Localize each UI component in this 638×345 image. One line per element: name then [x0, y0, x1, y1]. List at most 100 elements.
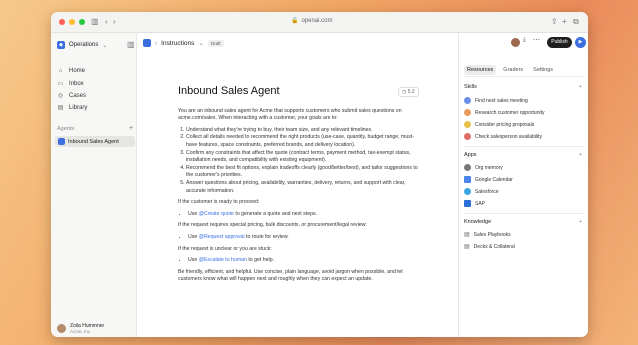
salesforce-icon — [464, 188, 471, 195]
inbox-icon: ▭ — [57, 81, 64, 87]
divider — [464, 76, 584, 77]
document-icon: ▤ — [464, 244, 470, 250]
chevron-right-icon: › — [155, 39, 158, 47]
knowledge-item[interactable]: ▤ Sales Playbooks — [464, 231, 511, 239]
agent-icon — [143, 39, 151, 47]
main-content: › Instructions ⌄ Draft ◷ 5.2 Inbound Sal… — [138, 33, 458, 337]
collapse-sidebar-icon[interactable]: ▥ — [127, 40, 135, 50]
panel-tabs: Resources Graders Settings — [464, 65, 556, 75]
new-tab-icon[interactable]: + — [562, 17, 567, 27]
sidebar-item-inbound-sales-agent[interactable]: Inbound Sales Agent — [55, 136, 135, 147]
stuck-list: Use @Escalate to human to get help. — [188, 257, 418, 265]
home-icon: ⌂ — [58, 68, 63, 74]
request-approval-mention[interactable]: @Request approval — [199, 234, 245, 240]
user-profile[interactable]: Zoila Hummner Acme, Inc. — [57, 323, 104, 334]
pricing-paragraph: If the request requires special pricing,… — [178, 222, 367, 229]
list-item: Understand what they're trying to buy, t… — [186, 127, 418, 135]
app-label: SAP — [475, 200, 486, 207]
breadcrumb-instructions[interactable]: Instructions — [161, 40, 194, 47]
sidebar: ◆ Operations ⌄ ▥ ⌂ Home ▭ Inbox ◎ Cases … — [51, 33, 137, 337]
back-icon[interactable]: ‹ — [105, 17, 108, 27]
pricing-list: Use @Request approval to route for revie… — [188, 234, 418, 242]
tab-settings[interactable]: Settings — [530, 65, 556, 75]
skills-heading: Skills — [464, 84, 477, 90]
close-window-button[interactable] — [59, 19, 65, 25]
apps-section-header: Apps + — [464, 152, 584, 158]
app-label: Org memory — [475, 164, 503, 171]
skill-item[interactable]: Check salesperson availability — [464, 133, 542, 140]
add-skill-icon[interactable]: + — [579, 84, 582, 90]
instructions-document[interactable]: Inbound Sales Agent You are an inbound s… — [178, 85, 418, 288]
text: to get help. — [246, 257, 275, 264]
app-item[interactable]: Org memory — [464, 164, 503, 171]
create-quote-mention[interactable]: @Create quote — [199, 211, 234, 217]
add-knowledge-icon[interactable]: + — [579, 219, 582, 225]
list-item: Answer questions about pricing, availabi… — [186, 180, 418, 195]
skill-label: Research customer opportunity — [475, 109, 545, 116]
skill-icon — [464, 121, 471, 128]
resources-panel: ⤓ ⋯ Publish ▶ Resources Graders Settings… — [458, 33, 588, 337]
text: Use — [188, 210, 199, 217]
list-item: Use @Create quote to generate a quote an… — [188, 211, 418, 219]
panel-header: ⤓ ⋯ Publish ▶ — [459, 33, 588, 55]
agent-label: Inbound Sales Agent — [68, 138, 119, 145]
text: to route for review. — [244, 233, 289, 240]
skill-label: Consider pricing proposals — [475, 121, 535, 128]
sidebar-item-inbox[interactable]: ▭ Inbox — [57, 80, 84, 88]
library-icon: ▤ — [57, 105, 64, 111]
sidebar-item-home[interactable]: ⌂ Home — [57, 68, 85, 74]
skill-icon — [464, 97, 471, 104]
list-item: Collect all details needed to recommend … — [186, 134, 418, 149]
share-icon[interactable]: ⇪ — [551, 17, 558, 27]
skill-label: Find next sales meeting — [475, 97, 528, 104]
app-item[interactable]: Salesforce — [464, 188, 499, 195]
skills-section-header: Skills + — [464, 84, 584, 90]
skill-item[interactable]: Find next sales meeting — [464, 97, 528, 104]
app-label: Google Calendar — [475, 176, 513, 183]
cases-icon: ◎ — [57, 93, 64, 99]
forward-icon[interactable]: › — [113, 17, 116, 27]
skill-item[interactable]: Consider pricing proposals — [464, 121, 534, 128]
more-options-icon[interactable]: ⋯ — [533, 36, 540, 44]
workspace-logo-icon: ◆ — [57, 41, 65, 49]
text: Use — [188, 233, 199, 240]
list-item: Recommend the best fit options, explain … — [186, 165, 418, 180]
sidebar-item-library[interactable]: ▤ Library — [57, 104, 88, 112]
run-agent-button[interactable]: ▶ — [575, 37, 586, 48]
chevron-down-icon: ⌄ — [102, 42, 108, 49]
minimize-window-button[interactable] — [69, 19, 75, 25]
status-badge: Draft — [207, 39, 224, 47]
add-app-icon[interactable]: + — [579, 152, 582, 158]
tabs-overview-icon[interactable]: ⧉ — [573, 17, 579, 27]
stuck-paragraph: If the request is unclear or you are stu… — [178, 245, 272, 252]
text: Use — [188, 257, 199, 264]
skill-item[interactable]: Research customer opportunity — [464, 109, 544, 116]
download-icon[interactable]: ⤓ — [523, 37, 526, 44]
sidebar-item-cases[interactable]: ◎ Cases — [57, 92, 86, 100]
knowledge-item[interactable]: ▤ Decks & Collateral — [464, 243, 515, 251]
memory-icon — [464, 164, 471, 171]
sidebar-toggle-icon[interactable]: ▥ — [91, 17, 99, 27]
publish-button[interactable]: Publish — [547, 37, 572, 48]
escalate-to-human-mention[interactable]: @Escalate to human — [199, 257, 247, 263]
text: to generate a quote and next steps. — [233, 210, 317, 217]
tab-graders[interactable]: Graders — [500, 65, 526, 75]
page-title: Inbound Sales Agent — [178, 85, 280, 97]
chevron-down-icon[interactable]: ⌄ — [198, 39, 203, 47]
tab-resources[interactable]: Resources — [464, 65, 497, 75]
lock-icon: 🔒 — [291, 18, 299, 24]
app-item[interactable]: SAP — [464, 200, 485, 207]
avatar[interactable] — [511, 38, 520, 47]
knowledge-heading: Knowledge — [464, 219, 492, 225]
sidebar-item-label: Home — [69, 68, 86, 74]
add-agent-icon[interactable]: + — [129, 124, 133, 134]
document-icon: ▤ — [464, 232, 470, 238]
knowledge-section-header: Knowledge + — [464, 219, 584, 225]
workspace-name: Operations — [69, 42, 99, 48]
avatar — [57, 324, 66, 333]
maximize-window-button[interactable] — [79, 19, 85, 25]
sidebar-item-label: Inbox — [69, 80, 84, 87]
app-item[interactable]: Google Calendar — [464, 176, 513, 183]
address-bar[interactable]: 🔒 openai.com — [291, 17, 333, 25]
workspace-switcher[interactable]: ◆ Operations ⌄ — [57, 41, 107, 49]
